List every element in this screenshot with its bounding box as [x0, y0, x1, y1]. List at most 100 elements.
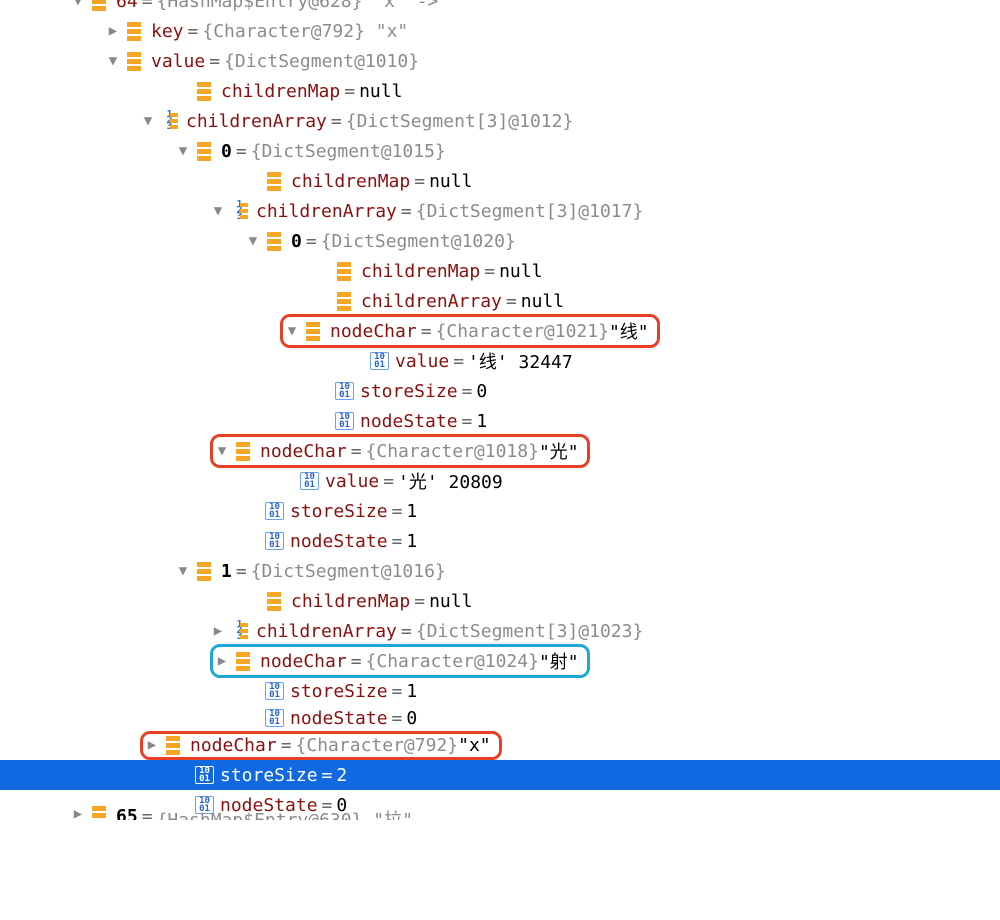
- expand-down-icon[interactable]: ▼: [175, 143, 191, 159]
- tree-row[interactable]: ▶childrenMap = null: [0, 166, 1000, 196]
- field-name: storeSize: [290, 681, 388, 702]
- field-value: {DictSegment@1010}: [224, 51, 419, 72]
- field-name: storeSize: [360, 381, 458, 402]
- field-name: 64: [116, 0, 138, 12]
- field-value: {DictSegment@1015}: [251, 141, 446, 162]
- annotation-box: ▶nodeChar = {Character@1024} "射": [210, 644, 590, 678]
- expand-right-icon[interactable]: ▶: [210, 623, 226, 639]
- field-value: {Character@1024}: [366, 651, 539, 672]
- expand-down-icon[interactable]: ▼: [140, 113, 156, 129]
- expand-down-icon[interactable]: ▼: [105, 53, 121, 69]
- field-name: childrenMap: [291, 591, 410, 612]
- tree-row[interactable]: ▶childrenMap = null: [0, 586, 1000, 616]
- annotation-box: ▼nodeChar = {Character@1021} "线": [280, 314, 660, 348]
- field-value-extra: "线": [609, 318, 649, 344]
- field-value: null: [359, 81, 402, 102]
- object-icon: [90, 0, 110, 10]
- field-value: 1: [406, 531, 417, 552]
- tree-row[interactable]: ▶1001value = '线' 32447: [0, 346, 1000, 376]
- field-name: nodeChar: [260, 651, 347, 672]
- field-name: nodeChar: [330, 321, 417, 342]
- expand-down-icon[interactable]: ▼: [245, 233, 261, 249]
- expand-down-icon[interactable]: ▼: [210, 203, 226, 219]
- field-value: null: [429, 591, 472, 612]
- primitive-icon: 1001: [300, 472, 319, 490]
- field-value: '光' 20809: [398, 468, 503, 494]
- primitive-icon: 1001: [265, 502, 284, 520]
- expand-down-icon[interactable]: ▼: [70, 0, 86, 9]
- expand-down-icon[interactable]: ▼: [284, 323, 300, 339]
- field-value-extra: "x": [458, 735, 491, 756]
- field-name: childrenMap: [221, 81, 340, 102]
- field-name: value: [325, 471, 379, 492]
- field-name: nodeState: [290, 708, 388, 729]
- object-icon: [265, 172, 285, 190]
- tree-row[interactable]: ▶1001nodeState = 1: [0, 526, 1000, 556]
- tree-row[interactable]: ▶1001storeSize = 0: [0, 376, 1000, 406]
- tree-row[interactable]: ▼0 = {DictSegment@1015}: [0, 136, 1000, 166]
- tree-row[interactable]: ▼nodeChar = {Character@1021} "线": [0, 316, 1000, 346]
- debugger-variables-tree[interactable]: ▼64 = {HashMap$Entry@628} "x" -> ▶key = …: [0, 0, 1000, 820]
- expand-right-icon[interactable]: ▶: [70, 806, 86, 820]
- field-value: '线' 32447: [468, 348, 573, 374]
- field-value: {Character@792} "x": [202, 21, 408, 42]
- tree-row[interactable]: ▶1001value = '光' 20809: [0, 466, 1000, 496]
- tree-row[interactable]: ▶nodeChar = {Character@1024} "射": [0, 646, 1000, 676]
- tree-row[interactable]: ▶childrenMap = null: [0, 76, 1000, 106]
- field-name: childrenMap: [361, 261, 480, 282]
- tree-row[interactable]: ▶childrenMap = null: [0, 256, 1000, 286]
- field-name: childrenArray: [361, 291, 502, 312]
- field-value: 0: [406, 708, 417, 729]
- expand-down-icon[interactable]: ▼: [175, 563, 191, 579]
- field-value: {DictSegment@1020}: [321, 231, 516, 252]
- field-value: {DictSegment@1016}: [251, 561, 446, 582]
- primitive-icon: 1001: [265, 682, 284, 700]
- tree-row[interactable]: ▶1001storeSize = 1: [0, 496, 1000, 526]
- tree-row[interactable]: ▶1001nodeState = 0: [0, 706, 1000, 730]
- field-name: 0: [221, 141, 232, 162]
- object-icon: [125, 22, 145, 40]
- tree-row[interactable]: ▼64 = {HashMap$Entry@628} "x" ->: [0, 0, 1000, 16]
- field-value: 1: [476, 411, 487, 432]
- tree-row[interactable]: ▼nodeChar = {Character@1018} "光": [0, 436, 1000, 466]
- object-icon: [234, 442, 254, 460]
- primitive-icon: 1001: [265, 532, 284, 550]
- object-icon: [195, 562, 215, 580]
- tree-row[interactable]: ▶65 = {HashMap$Entry@630} "拉": [0, 806, 1000, 820]
- expand-right-icon[interactable]: ▶: [144, 737, 160, 753]
- tree-row[interactable]: ▶1001storeSize = 1: [0, 676, 1000, 706]
- tree-row[interactable]: ▶1001storeSize = 2: [0, 760, 1000, 790]
- object-icon: [304, 322, 324, 340]
- tree-row[interactable]: ▼value = {DictSegment@1010}: [0, 46, 1000, 76]
- field-name: nodeChar: [190, 735, 277, 756]
- tree-row[interactable]: ▼123childrenArray = {DictSegment[3]@1012…: [0, 106, 1000, 136]
- object-icon: [265, 232, 285, 250]
- annotation-box: ▶nodeChar = {Character@792} "x": [140, 731, 502, 760]
- field-name: childrenArray: [256, 621, 397, 642]
- array-icon: 123: [230, 202, 250, 220]
- annotation-box: ▼nodeChar = {Character@1018} "光": [210, 434, 590, 468]
- field-name: key: [151, 21, 184, 42]
- tree-row[interactable]: ▶key = {Character@792} "x": [0, 16, 1000, 46]
- tree-row[interactable]: ▼0 = {DictSegment@1020}: [0, 226, 1000, 256]
- field-value: {DictSegment[3]@1012}: [346, 111, 574, 132]
- tree-row[interactable]: ▶123childrenArray = {DictSegment[3]@1023…: [0, 616, 1000, 646]
- tree-row[interactable]: ▶1001nodeState = 1: [0, 406, 1000, 436]
- tree-row[interactable]: ▼123childrenArray = {DictSegment[3]@1017…: [0, 196, 1000, 226]
- expand-down-icon[interactable]: ▼: [214, 443, 230, 459]
- field-value: {Character@792}: [296, 735, 459, 756]
- object-icon: [90, 806, 110, 820]
- field-value-extra: "光": [539, 438, 579, 464]
- field-name: nodeState: [290, 531, 388, 552]
- field-name: childrenMap: [291, 171, 410, 192]
- field-name: value: [151, 51, 205, 72]
- field-value: null: [521, 291, 564, 312]
- expand-right-icon[interactable]: ▶: [214, 653, 230, 669]
- primitive-icon: 1001: [265, 709, 284, 727]
- tree-row[interactable]: ▶nodeChar = {Character@792} "x": [0, 730, 1000, 760]
- tree-row[interactable]: ▶childrenArray = null: [0, 286, 1000, 316]
- tree-row[interactable]: ▼1 = {DictSegment@1016}: [0, 556, 1000, 586]
- array-icon: 123: [160, 112, 180, 130]
- expand-right-icon[interactable]: ▶: [105, 23, 121, 39]
- field-value: 0: [476, 381, 487, 402]
